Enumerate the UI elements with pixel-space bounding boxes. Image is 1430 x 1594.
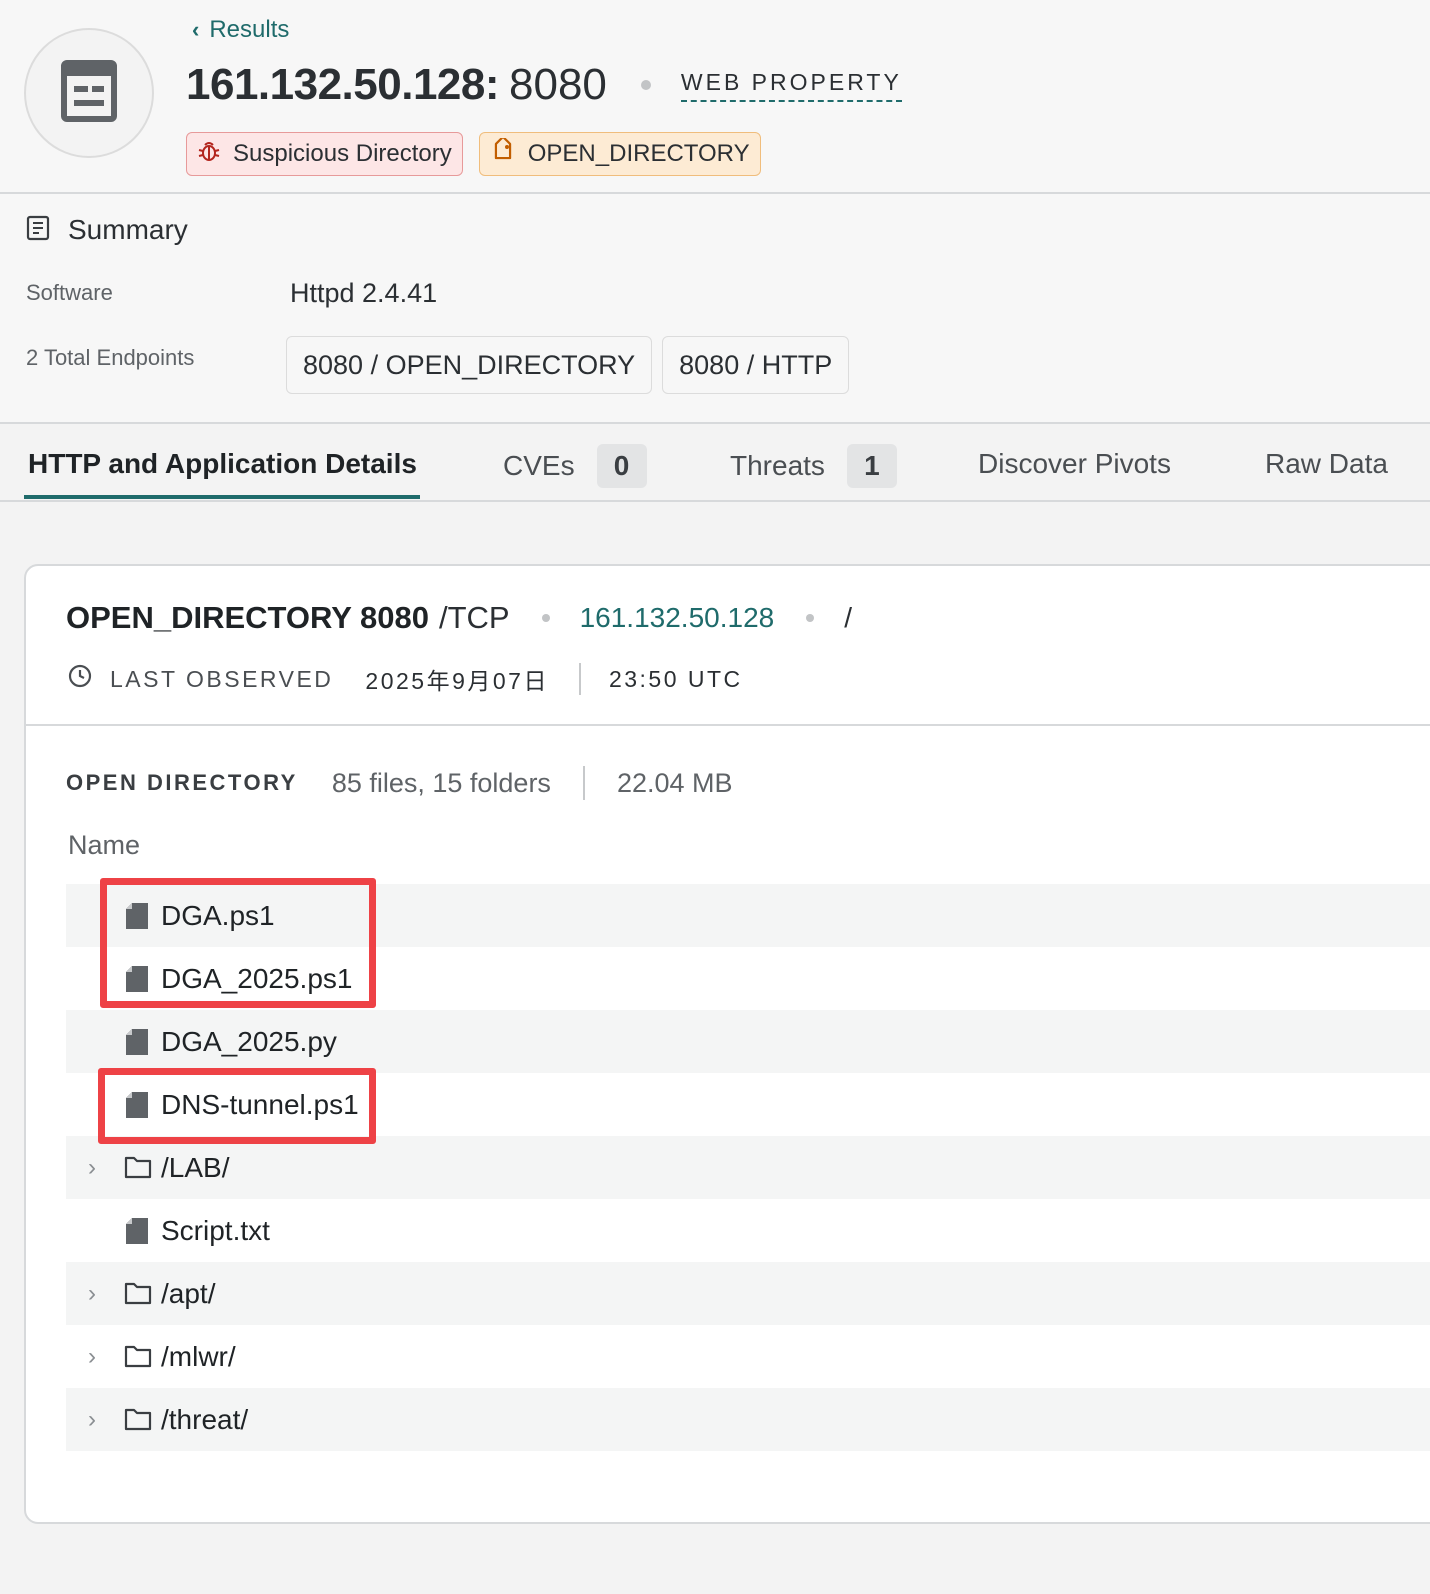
file-row[interactable]: DGA_2025.ps1: [66, 947, 1430, 1010]
chevron-right-icon[interactable]: ›: [80, 1325, 104, 1388]
suspicious-directory-badge[interactable]: Suspicious Directory: [186, 132, 463, 176]
summary-header: Summary: [26, 214, 188, 246]
tab-discover-pivots[interactable]: Discover Pivots: [978, 448, 1171, 480]
page-title: 161.132.50.128: 8080 WEB PROPERTY: [186, 60, 902, 110]
folder-row[interactable]: › /threat/: [66, 1388, 1430, 1451]
service-card: OPEN_DIRECTORY 8080 /TCP 161.132.50.128 …: [24, 564, 1430, 1524]
chevron-right-icon[interactable]: ›: [80, 1262, 104, 1325]
entry-name[interactable]: DGA_2025.py: [161, 1026, 337, 1058]
badge-label: Suspicious Directory: [233, 140, 452, 167]
last-observed-time: 23:50 UTC: [608, 665, 743, 692]
page-header: ‹ Results 161.132.50.128: 8080 WEB PROPE…: [0, 0, 1430, 194]
tag-icon: [490, 135, 516, 171]
document-list-icon: [26, 215, 50, 246]
folder-row[interactable]: › /mlwr/: [66, 1325, 1430, 1388]
entry-name[interactable]: /threat/: [161, 1404, 248, 1436]
separator-dot: [640, 80, 651, 90]
folder-icon: [124, 1154, 152, 1182]
web-page-icon: [61, 59, 117, 127]
summary-section: Summary Software Httpd 2.4.41 2 Total En…: [0, 194, 1430, 424]
entry-name[interactable]: Script.txt: [161, 1215, 270, 1247]
chevron-left-icon: ‹: [192, 17, 200, 42]
endpoints-label: 2 Total Endpoints: [26, 345, 195, 370]
back-link-label: Results: [209, 16, 290, 43]
entry-name[interactable]: /LAB/: [161, 1152, 229, 1184]
last-observed-row: LAST OBSERVED 2025年9月07日 23:50 UTC: [68, 662, 743, 696]
tab-cves[interactable]: CVEs 0: [503, 444, 647, 488]
last-observed-label: LAST OBSERVED: [110, 665, 334, 692]
endpoint-chip[interactable]: 8080 / HTTP: [662, 336, 850, 394]
software-label: Software: [26, 280, 113, 305]
chevron-right-icon[interactable]: ›: [80, 1388, 104, 1451]
file-icon: [124, 1028, 150, 1056]
service-name: OPEN_DIRECTORY 8080: [66, 600, 429, 635]
divider: [582, 766, 585, 800]
file-icon: [124, 1091, 150, 1119]
chevron-right-icon[interactable]: ›: [80, 1136, 104, 1199]
directory-stats-row: OPEN DIRECTORY 85 files, 15 folders 22.0…: [66, 766, 733, 800]
tab-http-details[interactable]: HTTP and Application Details: [28, 448, 417, 480]
file-row[interactable]: DGA.ps1: [66, 884, 1430, 947]
divider: [578, 663, 581, 695]
folder-icon: [124, 1343, 152, 1371]
last-observed-date: 2025年9月07日: [365, 668, 549, 694]
endpoint-chip[interactable]: 8080 / OPEN_DIRECTORY: [286, 336, 653, 394]
separator-dot: [541, 614, 550, 622]
back-to-results-link[interactable]: ‹ Results: [192, 16, 289, 44]
service-ip-link[interactable]: 161.132.50.128: [580, 602, 775, 634]
open-directory-badge[interactable]: OPEN_DIRECTORY: [478, 132, 761, 176]
tab-label: Discover Pivots: [978, 448, 1171, 479]
tab-threats[interactable]: Threats 1: [730, 444, 897, 488]
entry-name[interactable]: DGA_2025.ps1: [161, 963, 352, 995]
host-port: 8080: [509, 60, 607, 109]
tab-label: Threats: [730, 450, 825, 481]
entry-name[interactable]: DNS-tunnel.ps1: [161, 1089, 359, 1121]
bug-icon: [197, 139, 221, 170]
folder-row[interactable]: › /LAB/: [66, 1136, 1430, 1199]
property-type-label[interactable]: WEB PROPERTY: [680, 69, 902, 102]
tab-label: Raw Data: [1265, 448, 1388, 479]
tab-bar: HTTP and Application Details CVEs 0 Thre…: [0, 424, 1430, 502]
entry-name[interactable]: /apt/: [161, 1278, 215, 1310]
file-icon: [124, 1217, 150, 1245]
separator-dot: [806, 614, 815, 622]
folder-icon: [124, 1406, 152, 1434]
entry-name[interactable]: DGA.ps1: [161, 900, 275, 932]
directory-counts: 85 files, 15 folders: [331, 767, 551, 798]
badge-list: Suspicious Directory OPEN_DIRECTORY: [186, 132, 761, 176]
threat-count-badge: 1: [846, 444, 897, 488]
tab-label: HTTP and Application Details: [28, 448, 417, 479]
file-row[interactable]: DGA_2025.py: [66, 1010, 1430, 1073]
service-path: /: [844, 602, 853, 633]
tab-raw-data[interactable]: Raw Data: [1265, 448, 1388, 480]
entry-name[interactable]: /mlwr/: [161, 1341, 236, 1373]
file-row[interactable]: DNS-tunnel.ps1: [66, 1073, 1430, 1136]
open-directory-label: OPEN DIRECTORY: [66, 770, 298, 795]
file-row[interactable]: Script.txt: [66, 1199, 1430, 1262]
software-value: Httpd 2.4.41: [290, 278, 438, 308]
service-card-header: OPEN_DIRECTORY 8080 /TCP 161.132.50.128 …: [26, 566, 1430, 726]
file-icon: [124, 902, 150, 930]
service-protocol: /TCP: [438, 600, 510, 635]
web-property-avatar: [24, 28, 154, 158]
name-column-header: Name: [68, 830, 141, 860]
host-ip: 161.132.50.128:: [186, 60, 500, 109]
clock-icon: [68, 664, 92, 694]
badge-label: OPEN_DIRECTORY: [527, 140, 750, 167]
tab-label: CVEs: [503, 450, 575, 481]
folder-icon: [124, 1280, 152, 1308]
service-title-row: OPEN_DIRECTORY 8080 /TCP 161.132.50.128 …: [66, 600, 852, 636]
file-list: DGA.ps1 DGA_2025.ps1 DGA_2025.py DNS-tunnel…: [66, 884, 1430, 1451]
directory-size: 22.04 MB: [616, 767, 733, 798]
folder-row[interactable]: › /apt/: [66, 1262, 1430, 1325]
active-tab-indicator: [24, 495, 420, 499]
cve-count-badge: 0: [596, 444, 647, 488]
summary-title: Summary: [68, 214, 188, 245]
file-icon: [124, 965, 150, 993]
endpoint-list: 8080 / OPEN_DIRECTORY 8080 / HTTP: [286, 336, 850, 394]
